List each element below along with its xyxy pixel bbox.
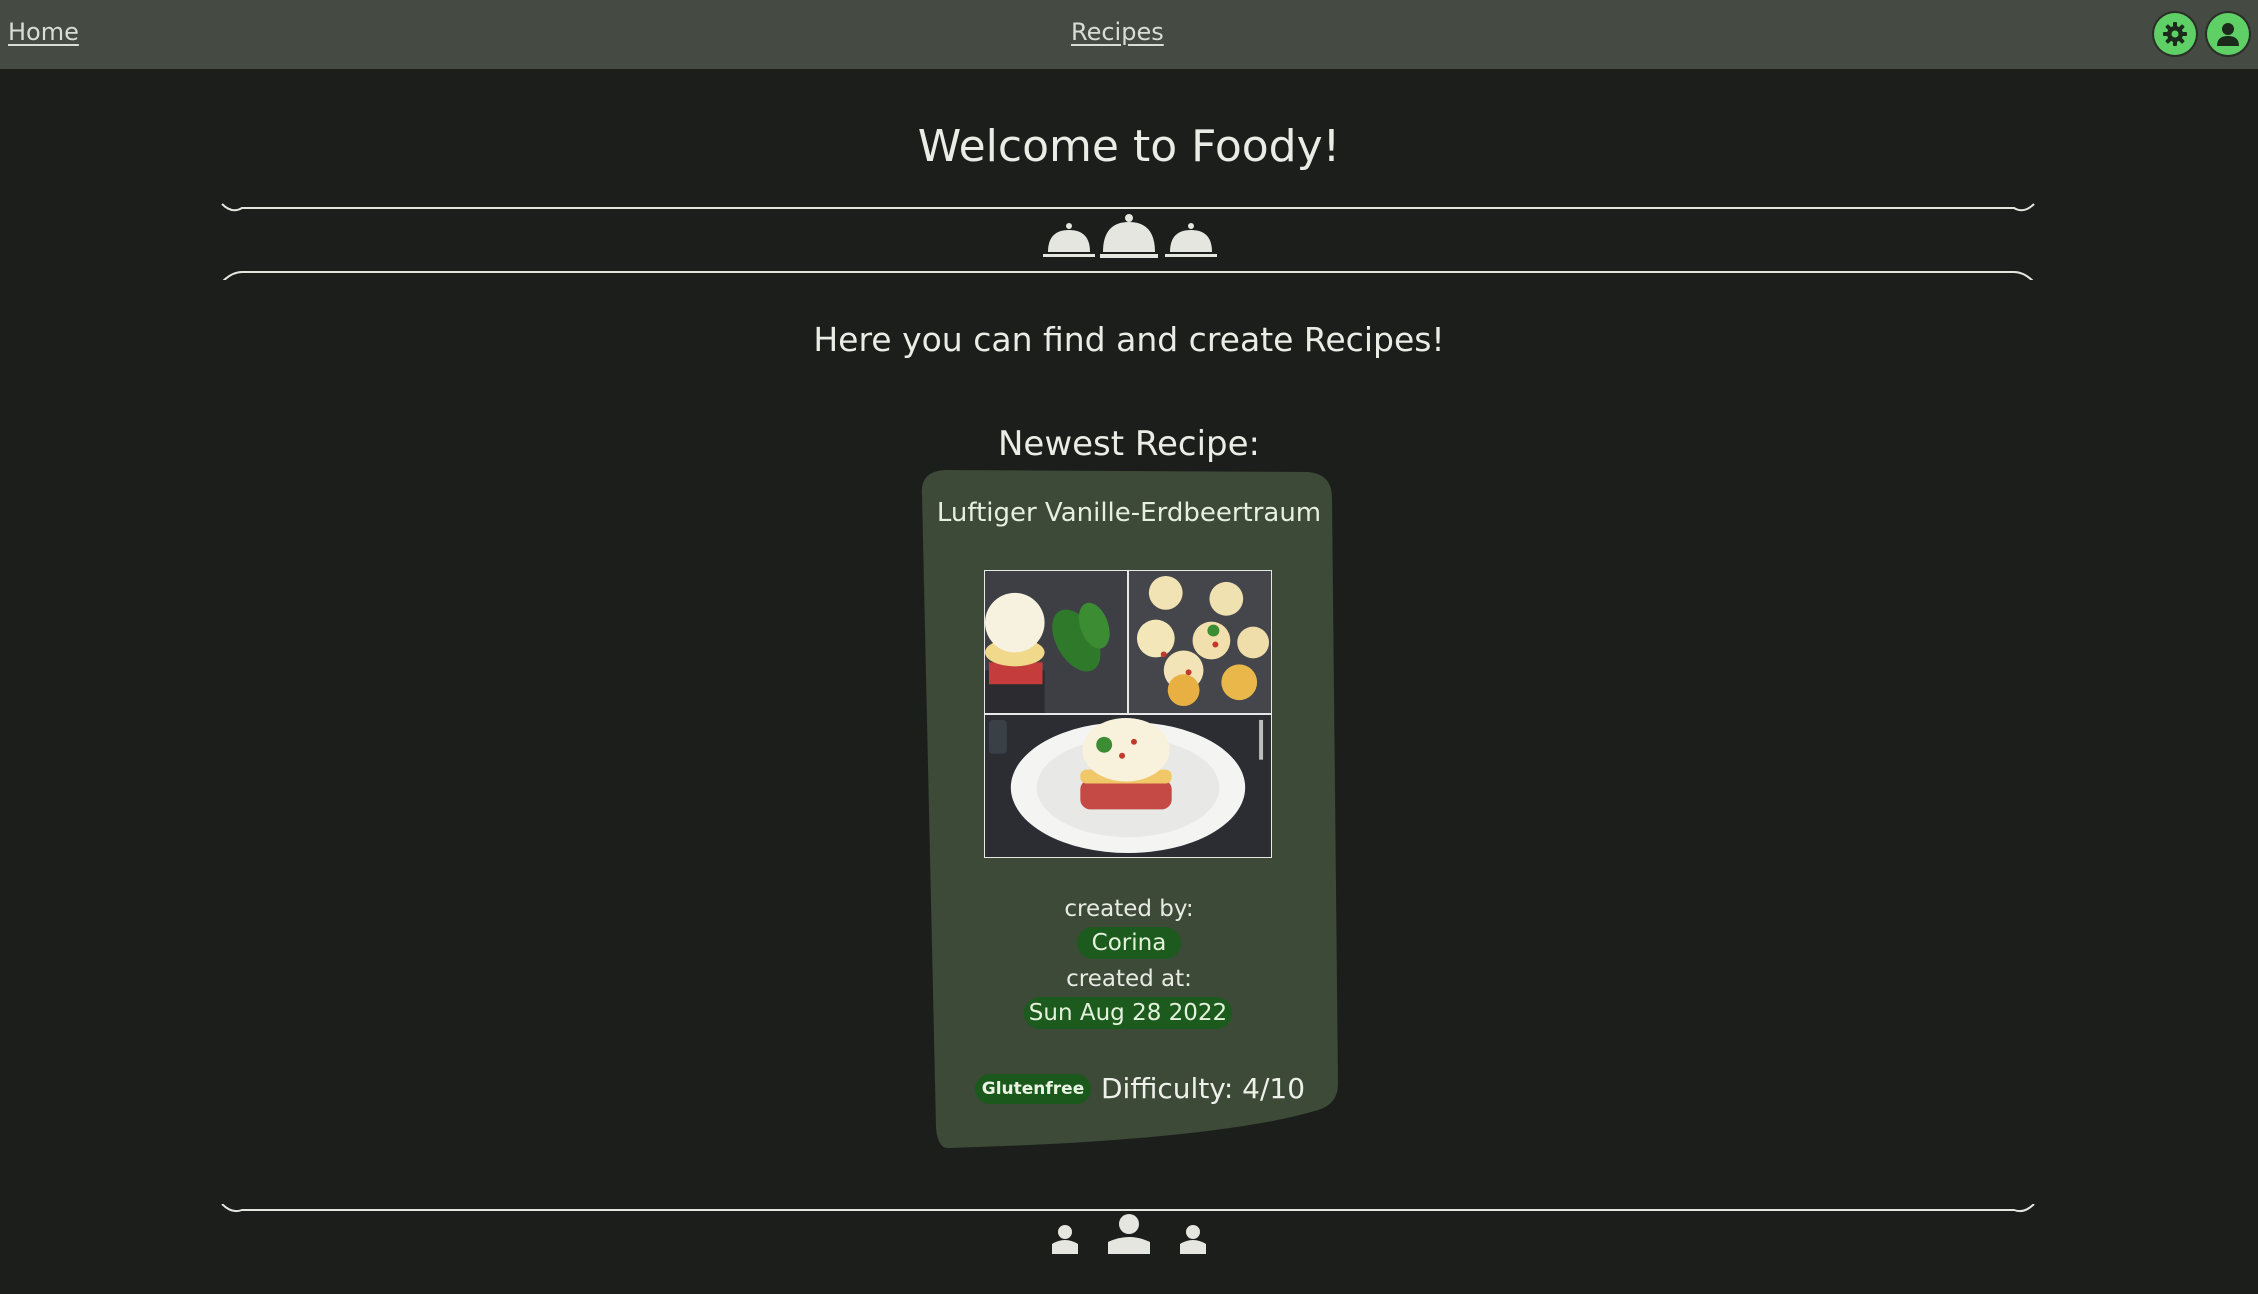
cloche-icon: [1100, 214, 1158, 258]
recipe-photo: [985, 714, 1271, 857]
cloche-divider: [221, 203, 2035, 280]
page-title: Welcome to Foody!: [917, 121, 1341, 172]
chef-icon: [1108, 1214, 1150, 1254]
profile-button[interactable]: [2207, 13, 2249, 55]
settings-button[interactable]: [2154, 13, 2196, 55]
recipe-photo: [985, 571, 1128, 714]
glutenfree-tag: Glutenfree: [975, 1074, 1091, 1104]
recipe-image-collage[interactable]: [984, 570, 1272, 858]
chef-icon: [1180, 1225, 1206, 1254]
created-at-label: created at:: [1066, 966, 1192, 992]
cooks-divider: [221, 1204, 2035, 1254]
nav-home-link[interactable]: Home: [8, 18, 79, 46]
author-badge[interactable]: Corina: [1077, 927, 1181, 959]
nav-recipes-link[interactable]: Recipes: [1071, 18, 1164, 46]
recipe-photo: [1128, 571, 1271, 714]
recipe-title[interactable]: Luftiger Vanille-Erdbeertraum: [900, 498, 1358, 528]
created-by-label: created by:: [1064, 896, 1194, 922]
difficulty-text: Difficulty: 4/10: [1101, 1072, 1306, 1105]
gear-icon: [2163, 22, 2187, 46]
user-icon: [2217, 23, 2239, 46]
top-navigation-bar: Home Recipes: [0, 0, 2258, 69]
page-subtitle: Here you can find and create Recipes!: [813, 320, 1445, 359]
cloche-icon: [1043, 223, 1095, 257]
cloche-icon: [1165, 223, 1217, 257]
date-badge: Sun Aug 28 2022: [1024, 997, 1232, 1029]
chef-icon: [1052, 1225, 1078, 1254]
newest-recipe-heading: Newest Recipe:: [997, 424, 1261, 464]
